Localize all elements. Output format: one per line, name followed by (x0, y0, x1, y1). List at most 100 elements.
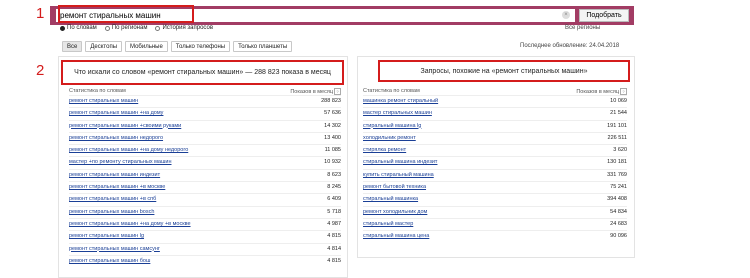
tab-tablets-only[interactable]: Только планшеты (233, 41, 293, 52)
query-link[interactable]: купить стиральный машина (363, 170, 434, 181)
table-row: ремонт стиральных машин недорого 13 400 (69, 131, 341, 144)
shows-count: 8 245 (327, 184, 341, 191)
query-link[interactable]: ремонт стиральных машин недорого (69, 133, 163, 144)
table-row: ремонт стиральных машин 288 823 (69, 95, 341, 107)
table-row: холодильник ремонт 226 511 (363, 131, 627, 144)
shows-count: 90 096 (610, 233, 627, 240)
radio-by-regions[interactable]: По регионам (104, 25, 148, 31)
table-row: стиральный машина lg 191 101 (363, 119, 627, 132)
shows-count: 54 834 (610, 208, 627, 215)
table-row: стиральный машина цена 90 096 (363, 230, 627, 242)
shows-count: 14 302 (324, 122, 341, 129)
table-row: ремонт стиральных машин +на дому 57 636 (69, 107, 341, 119)
tab-mobile[interactable]: Мобильные (125, 41, 168, 52)
query-link[interactable]: ремонт стиральных машин +в москве (69, 182, 165, 193)
shows-count: 75 241 (610, 184, 627, 191)
radio-dot-icon (155, 25, 161, 31)
query-link[interactable]: стиральный машина индезит (363, 157, 437, 168)
table-row: ремонт стиральных машин bosch 5 718 (69, 205, 341, 218)
radio-history[interactable]: История запросов (155, 25, 213, 31)
shows-count: 13 400 (324, 134, 341, 141)
help-icon[interactable]: ? (334, 88, 341, 95)
left-panel-title: Что искали со словом «ремонт стиральных … (61, 60, 344, 85)
shows-count: 394 408 (607, 196, 627, 203)
query-link[interactable]: ремонт стиральных машин +на дому +в моск… (69, 219, 191, 230)
help-icon[interactable]: ? (620, 88, 627, 95)
query-link[interactable]: стиральный машина lg (363, 121, 421, 132)
table-row: стиральный машинка 394 408 (363, 193, 627, 205)
query-link[interactable]: стиральный мастер (363, 219, 413, 230)
query-link[interactable]: мастер стиральных машин (363, 108, 432, 119)
shows-count: 191 101 (607, 122, 627, 129)
shows-count: 4 814 (327, 245, 341, 252)
table-row: мастер стиральных машин 21 544 (363, 107, 627, 119)
query-link[interactable]: ремонт стиральных машин bosch (69, 207, 154, 218)
table-row: машинка ремонт стиральный 10 069 (363, 95, 627, 107)
shows-count: 4 815 (327, 257, 341, 264)
shows-count: 226 511 (607, 134, 627, 141)
query-link[interactable]: ремонт стиральных машин самсунг (69, 244, 160, 255)
query-link[interactable]: ремонт стиральных машин +на дому (69, 108, 163, 119)
table-row: ремонт стиральных машин +своими руками 14… (69, 119, 341, 132)
shows-count: 5 718 (327, 208, 341, 215)
shows-count: 3 620 (613, 147, 627, 154)
left-table-header: Статистика по словам Показов в месяц? (69, 88, 341, 95)
query-link[interactable]: ремонт стиральных машин (69, 96, 138, 107)
query-link[interactable]: стирялка ремонт (363, 145, 406, 156)
search-button[interactable]: Подобрать (579, 9, 629, 22)
radio-label: По регионам (111, 25, 148, 31)
search-mode-radios: По словам По регионам История запросов (60, 25, 213, 31)
clear-icon[interactable]: × (562, 11, 570, 19)
table-row: ремонт стиральных машин +в москве 8 245 (69, 181, 341, 193)
right-table-body: машинка ремонт стиральный 10 069 мастер ст… (363, 95, 627, 243)
table-row: ремонт стиральных машин +в спб 6 409 (69, 193, 341, 205)
radio-dot-icon (104, 25, 110, 31)
table-row: ремонт стиральных машин +на дому недорог… (69, 144, 341, 156)
query-link[interactable]: ремонт стиральных машин +в спб (69, 194, 156, 205)
query-link[interactable]: холодильник ремонт (363, 133, 416, 144)
table-row: купить стиральный машина 331 769 (363, 168, 627, 181)
table-row: ремонт стиральных машин индезит 8 623 (69, 168, 341, 181)
table-row: ремонт стиральных машин +на дому +в моск… (69, 217, 341, 230)
query-link[interactable]: ремонт холодильник дом (363, 207, 427, 218)
shows-count: 4 815 (327, 233, 341, 240)
shows-count: 24 683 (610, 220, 627, 227)
query-link[interactable]: ремонт стиральных машин бош (69, 256, 150, 267)
shows-count: 8 623 (327, 171, 341, 178)
query-link[interactable]: ремонт стиральных машин +своими руками (69, 121, 181, 132)
tab-all[interactable]: Все (62, 41, 83, 52)
right-table-header: Статистика по словам Показов в месяц? (363, 88, 627, 95)
step-marker-2: 2 (36, 62, 45, 79)
search-highlight-frame (58, 5, 194, 23)
shows-count: 130 181 (607, 159, 627, 166)
table-row: стиральный машина индезит 130 181 (363, 156, 627, 168)
query-link[interactable]: стиральный машина цена (363, 231, 429, 242)
shows-count: 10 069 (610, 98, 627, 104)
last-updated: Последнее обновление: 24.04.2018 (520, 43, 620, 49)
query-link[interactable]: машинка ремонт стиральный (363, 96, 438, 107)
query-link[interactable]: ремонт стиральных машин +на дому недорог… (69, 145, 188, 156)
right-col-words: Статистика по словам (363, 88, 420, 94)
table-row: ремонт стиральных машин самсунг 4 814 (69, 242, 341, 255)
device-tabs: Все Десктопы Мобильные Только телефоны Т… (62, 41, 295, 52)
all-regions-link[interactable]: Все регионы (565, 25, 600, 31)
tab-phones-only[interactable]: Только телефоны (170, 41, 231, 52)
query-link[interactable]: мастер +по ремонту стиральных машин (69, 157, 172, 168)
query-link[interactable]: ремонт стиральных машин индезит (69, 170, 160, 181)
query-link[interactable]: ремонт бытовой техника (363, 182, 426, 193)
radio-label: По словам (67, 25, 97, 31)
left-table-body: ремонт стиральных машин 288 823 ремонт сти… (69, 95, 341, 267)
query-link[interactable]: ремонт стиральных машин lg (69, 231, 144, 242)
tab-desktops[interactable]: Десктопы (85, 41, 123, 52)
shows-count: 331 769 (607, 171, 627, 178)
shows-count: 6 409 (327, 196, 341, 203)
radio-by-words[interactable]: По словам (60, 25, 97, 31)
table-row: ремонт холодильник дом 54 834 (363, 205, 627, 218)
shows-count: 21 544 (610, 110, 627, 117)
query-link[interactable]: стиральный машинка (363, 194, 418, 205)
table-row: стиральный мастер 24 683 (363, 217, 627, 230)
shows-count: 11 085 (324, 147, 341, 154)
shows-count: 288 823 (321, 98, 341, 104)
table-row: мастер +по ремонту стиральных машин 10 93… (69, 156, 341, 168)
shows-count: 4 987 (327, 220, 341, 227)
